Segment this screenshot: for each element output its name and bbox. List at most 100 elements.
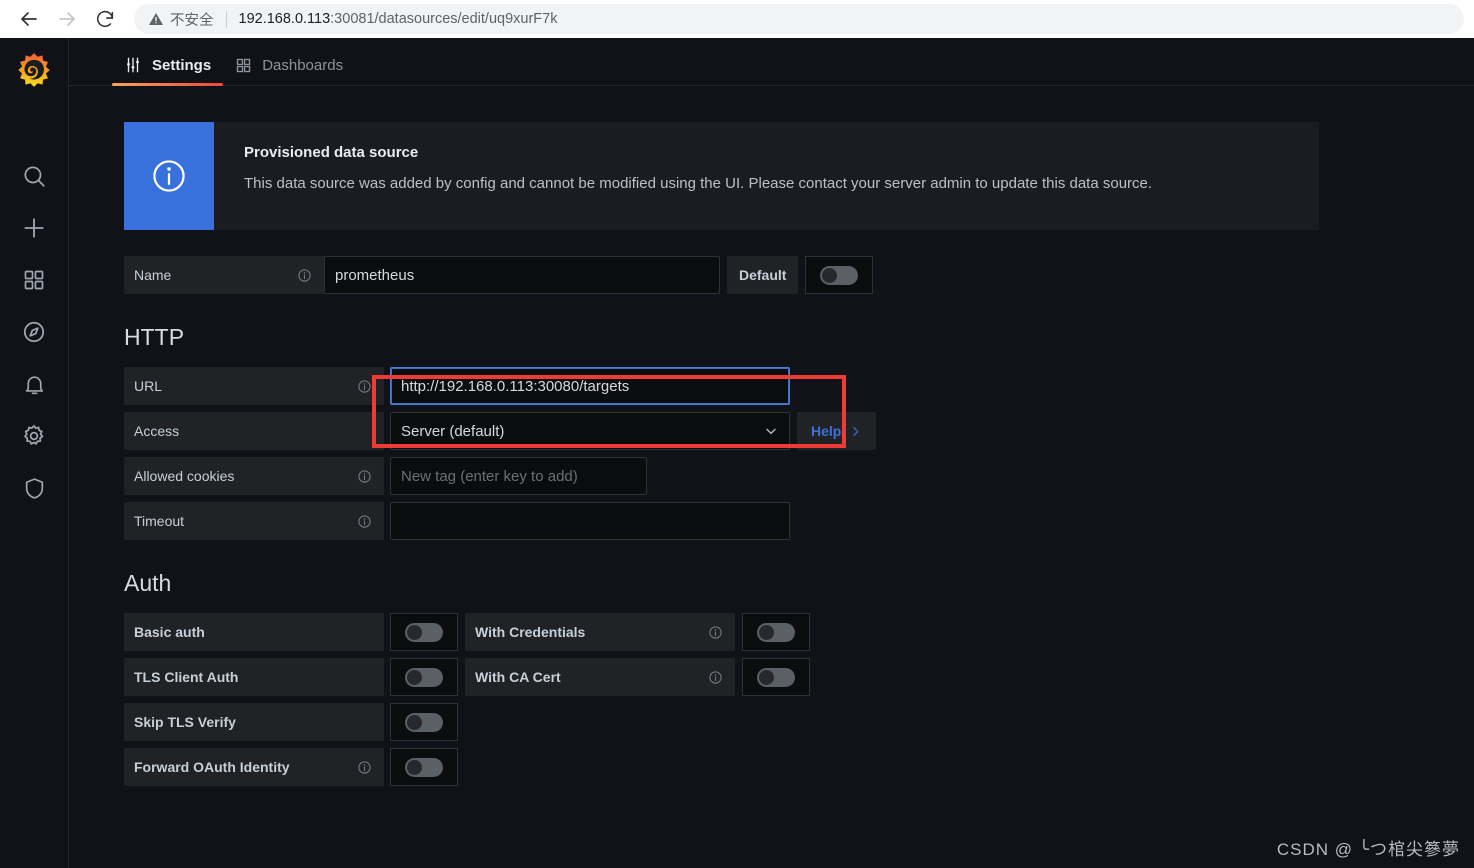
access-help-button[interactable]: Help xyxy=(797,412,877,450)
url-row: URL http://192.168.0.113:30080/targets xyxy=(124,367,1474,405)
address-bar[interactable]: 不安全 192.168.0.113:30081/datasources/edit… xyxy=(134,4,1464,34)
toggle-knob xyxy=(759,669,774,685)
security-label: 不安全 xyxy=(170,12,214,29)
tab-settings[interactable]: Settings xyxy=(112,56,224,86)
forward-oauth-identity-label-cell: Forward OAuth Identity xyxy=(124,748,384,786)
grafana-app: Settings Dashboards Provisioned data sou… xyxy=(0,38,1474,868)
info-circle-icon[interactable] xyxy=(357,760,372,775)
sidebar-item-configuration[interactable] xyxy=(0,410,68,462)
access-value: Server (default) xyxy=(401,422,505,440)
arrow-right-icon xyxy=(59,12,75,26)
toggle-track xyxy=(405,757,443,777)
toggle-knob xyxy=(759,624,774,640)
with-ca-cert-label-cell: With CA Cert xyxy=(465,658,735,696)
settings-page: Provisioned data source This data source… xyxy=(68,86,1474,786)
info-circle-icon[interactable] xyxy=(708,625,723,640)
sidebar xyxy=(0,38,69,868)
url-label-cell: URL xyxy=(124,367,384,405)
name-value: prometheus xyxy=(335,266,415,284)
bell-icon xyxy=(25,375,43,394)
toggle-knob xyxy=(407,669,422,685)
info-circle-icon xyxy=(153,160,185,192)
skip-tls-verify-row: Skip TLS Verify xyxy=(124,703,1474,741)
tab-dashboards[interactable]: Dashboards xyxy=(223,57,355,85)
tls-client-auth-label: TLS Client Auth xyxy=(134,669,239,685)
sidebar-item-explore[interactable] xyxy=(0,306,68,358)
screenshot-root: 不安全 192.168.0.113:30081/datasources/edit… xyxy=(0,0,1474,868)
name-row: Name prometheus Default xyxy=(124,256,1474,294)
url-input[interactable]: http://192.168.0.113:30080/targets xyxy=(390,367,790,405)
auth-grid: Basic auth With Credentials TLS Client A… xyxy=(124,613,1474,786)
info-circle-icon[interactable] xyxy=(357,379,372,394)
default-label: Default xyxy=(727,256,799,294)
url-value: http://192.168.0.113:30080/targets xyxy=(401,377,630,395)
sidebar-item-server-admin[interactable] xyxy=(0,462,68,514)
sidebar-item-create[interactable] xyxy=(0,202,68,254)
with-credentials-toggle[interactable] xyxy=(742,613,810,651)
info-glyph xyxy=(358,760,371,774)
timeout-label-cell: Timeout xyxy=(124,502,384,540)
grafana-logo-icon[interactable] xyxy=(16,52,52,88)
gear-icon xyxy=(24,424,44,445)
with-ca-cert-toggle[interactable] xyxy=(742,658,810,696)
sliders-icon xyxy=(124,56,142,74)
info-circle-icon[interactable] xyxy=(357,469,372,484)
default-toggle[interactable] xyxy=(805,256,874,294)
main-content: Settings Dashboards Provisioned data sou… xyxy=(68,38,1474,868)
allowed-cookies-label: Allowed cookies xyxy=(134,468,235,484)
forward-button[interactable] xyxy=(48,0,86,38)
info-glyph xyxy=(358,469,371,483)
toggle-track xyxy=(820,265,859,285)
forward-oauth-identity-toggle[interactable] xyxy=(390,748,458,786)
basic-auth-toggle[interactable] xyxy=(390,613,458,651)
allowed-cookies-placeholder: New tag (enter key to add) xyxy=(401,467,578,485)
toggle-knob xyxy=(822,267,838,283)
security-status[interactable]: 不安全 xyxy=(148,9,214,30)
timeout-input[interactable] xyxy=(390,502,790,540)
tab-settings-label: Settings xyxy=(152,56,212,74)
help-label: Help xyxy=(811,423,842,439)
skip-tls-verify-label-cell: Skip TLS Verify xyxy=(124,703,384,741)
allowed-cookies-input[interactable]: New tag (enter key to add) xyxy=(390,457,647,495)
with-credentials-label: With Credentials xyxy=(475,624,586,640)
sidebar-item-dashboards[interactable] xyxy=(0,254,68,306)
info-circle-icon[interactable] xyxy=(297,268,312,283)
tls-client-auth-label-cell: TLS Client Auth xyxy=(124,658,384,696)
back-button[interactable] xyxy=(10,0,48,38)
toggle-track xyxy=(757,622,795,642)
with-credentials-label-cell: With Credentials xyxy=(465,613,735,651)
chevron-down-glyph xyxy=(766,428,776,435)
info-circle-icon[interactable] xyxy=(357,514,372,529)
toggle-knob xyxy=(407,714,422,730)
sliders-glyph xyxy=(127,57,139,73)
compass-icon xyxy=(23,321,45,343)
name-label: Name xyxy=(134,267,172,283)
provisioned-banner: Provisioned data source This data source… xyxy=(124,122,1319,230)
skip-tls-verify-toggle[interactable] xyxy=(390,703,458,741)
forward-oauth-identity-label: Forward OAuth Identity xyxy=(134,759,290,775)
dashboards-grid-icon xyxy=(24,270,44,290)
toggle-track xyxy=(405,622,443,642)
url-path: :30081/datasources/edit/uq9xurF7k xyxy=(330,11,558,27)
timeout-row: Timeout xyxy=(124,502,1474,540)
sidebar-item-search[interactable] xyxy=(0,150,68,202)
watermark: CSDN @ ╰つ棺尖篸夢 xyxy=(1276,840,1460,859)
banner-body: Provisioned data source This data source… xyxy=(214,122,1152,230)
info-circle-icon[interactable] xyxy=(708,670,723,685)
basic-auth-label-cell: Basic auth xyxy=(124,613,384,651)
chevron-down-icon xyxy=(763,423,779,439)
url-host: 192.168.0.113 xyxy=(238,11,331,27)
warning-triangle-icon xyxy=(149,13,163,25)
name-input[interactable]: prometheus xyxy=(324,256,720,294)
info-glyph xyxy=(709,625,722,639)
access-label-cell: Access xyxy=(124,412,384,450)
arrow-left-icon xyxy=(21,12,37,26)
tls-client-auth-toggle[interactable] xyxy=(390,658,458,696)
sidebar-item-alerting[interactable] xyxy=(0,358,68,410)
access-row: Access Server (default) Help xyxy=(124,412,1474,450)
toggle-knob xyxy=(407,759,422,775)
access-select[interactable]: Server (default) xyxy=(390,412,790,450)
reload-button[interactable] xyxy=(86,0,124,38)
with-ca-cert-label: With CA Cert xyxy=(475,669,561,685)
url-label: URL xyxy=(134,378,163,394)
